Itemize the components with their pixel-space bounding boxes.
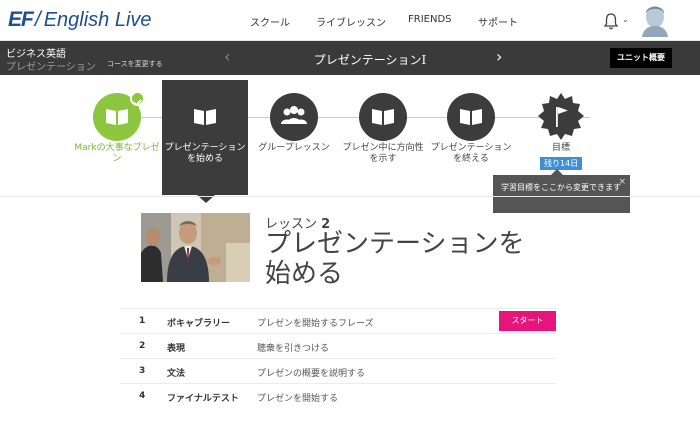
step-circle: [359, 93, 407, 141]
activity-row-expressions[interactable]: 2 表現 聴衆を引きつける: [120, 333, 556, 358]
step-circle: [447, 93, 495, 141]
activity-number: 1: [139, 316, 146, 326]
step-label: プレゼン中に方向性を示す: [342, 143, 424, 164]
activity-number: 3: [139, 366, 146, 376]
presenter-photo: [141, 213, 250, 282]
step-signposting[interactable]: プレゼン中に方向性を示す: [340, 80, 426, 195]
book-icon: [372, 109, 394, 125]
book-icon: [460, 109, 482, 125]
step-label: Markの大事なプレゼン: [74, 143, 160, 164]
user-avatar[interactable]: [640, 4, 670, 37]
previous-unit-arrow[interactable]: ‹: [224, 47, 230, 66]
activity-description: プレゼンの概要を説明する: [257, 369, 366, 379]
top-navigation: EF / English Live スクール ライブレッスン FRIENDS サ…: [0, 0, 700, 41]
step-label: プレゼンテーションを始める: [164, 143, 246, 164]
goal-badge: [538, 93, 584, 140]
activity-description: プレゼンを開始する: [257, 394, 339, 404]
change-course-link[interactable]: コースを変更する: [107, 59, 163, 69]
step-start-presentation[interactable]: プレゼンテーションを始める: [162, 80, 248, 195]
course-bar: ビジネス英語 プレゼンテーション コースを変更する ‹ プレゼンテーションI ›…: [0, 41, 700, 75]
activity-description: プレゼンを開始するフレーズ: [257, 319, 374, 329]
section-divider: [0, 196, 700, 197]
start-button[interactable]: スタート: [499, 311, 556, 331]
step-marks-presentation[interactable]: Markの大事なプレゼン: [74, 80, 160, 195]
activity-row-vocabulary[interactable]: 1 ボキャブラリー プレゼンを開始するフレーズ: [120, 308, 556, 333]
nav-live-lessons[interactable]: ライブレッスン: [316, 14, 386, 29]
course-name: プレゼンテーション: [6, 62, 96, 73]
activity-name: ボキャブラリー: [167, 319, 231, 329]
activity-name: 文法: [167, 369, 186, 379]
logo-slash: /: [34, 8, 41, 31]
logo-text: English Live: [43, 8, 152, 31]
ef-english-live-logo[interactable]: EF / English Live: [8, 8, 152, 32]
lesson-title: プレゼンテーションを始める: [265, 229, 525, 289]
activity-row-final-test[interactable]: 4 ファイナルテスト プレゼンを開始する: [120, 383, 556, 408]
next-unit-arrow[interactable]: ›: [496, 47, 502, 66]
close-icon[interactable]: ×: [618, 176, 626, 188]
step-label: 目標: [551, 143, 570, 153]
activity-number: 4: [139, 391, 146, 401]
activity-name: ファイナルテスト: [167, 394, 239, 404]
step-label: グループレッスン: [258, 143, 330, 153]
nav-friends[interactable]: FRIENDS: [408, 14, 452, 25]
unit-overview-button[interactable]: ユニット概要: [610, 48, 672, 68]
check-icon: [130, 91, 145, 107]
bell-icon[interactable]: [603, 12, 619, 30]
activity-description: 聴衆を引きつける: [257, 344, 330, 354]
activity-number: 2: [139, 341, 146, 351]
nav-school[interactable]: スクール: [250, 14, 290, 29]
book-icon: [194, 109, 216, 125]
step-label: プレゼンテーションを終える: [430, 143, 512, 164]
activity-name: 表現: [167, 344, 186, 354]
logo-mark: EF: [8, 8, 34, 31]
nav-support[interactable]: サポート: [478, 14, 518, 29]
goal-tooltip: 学習目標をここから変更できます ×: [493, 169, 630, 213]
step-group-lesson[interactable]: グループレッスン: [251, 80, 337, 195]
group-icon: [281, 106, 307, 124]
chevron-down-icon[interactable]: ⌄: [622, 15, 629, 24]
unit-title: プレゼンテーションI: [313, 53, 427, 67]
step-circle: [270, 93, 318, 141]
step-circle: [537, 93, 585, 141]
step-circle: [181, 93, 229, 141]
tooltip-text: 学習目標をここから変更できます: [501, 183, 621, 192]
activity-row-grammar[interactable]: 3 文法 プレゼンの概要を説明する: [120, 358, 556, 383]
